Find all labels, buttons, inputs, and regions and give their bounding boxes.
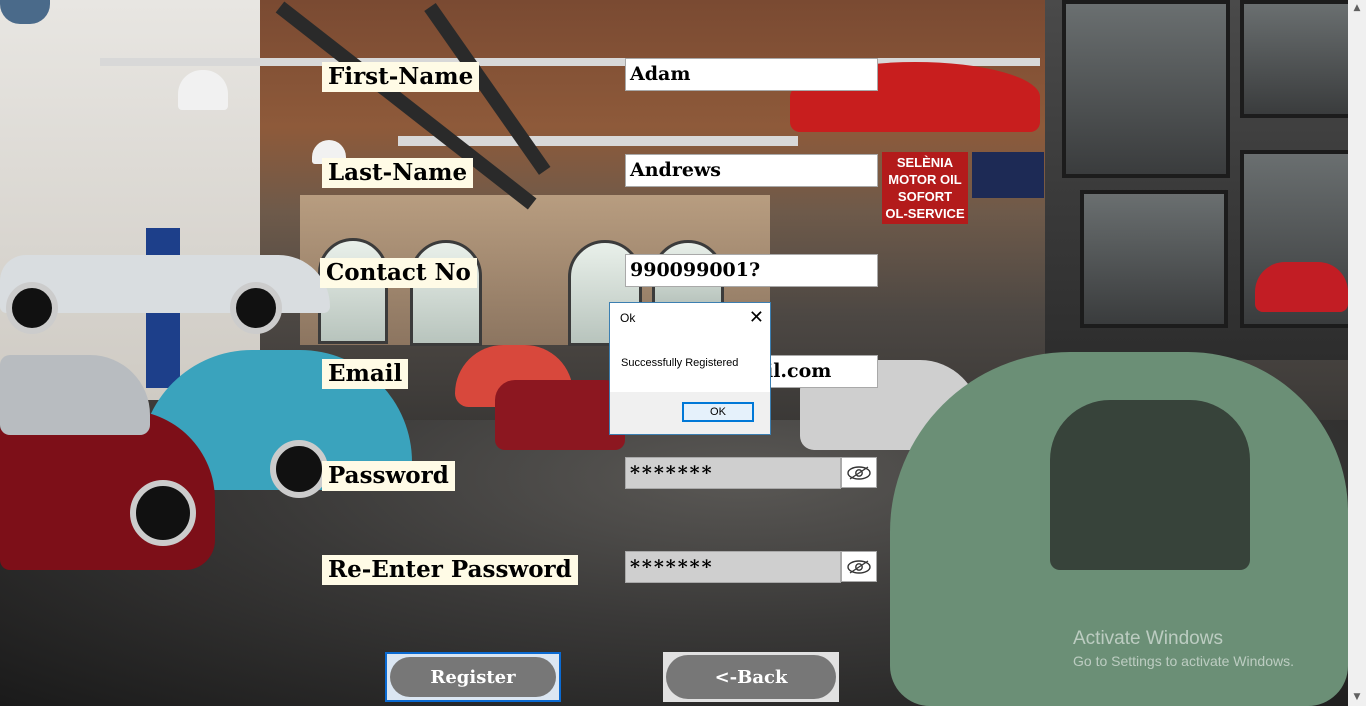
- email-label: Email: [322, 359, 409, 389]
- background-sign: SELÈNIA MOTOR OIL SOFORT OL-SERVICE: [882, 152, 968, 224]
- background-wheel: [270, 440, 328, 498]
- last-name-field[interactable]: Andrews: [625, 154, 878, 187]
- activate-windows-subtitle: Go to Settings to activate Windows.: [1073, 653, 1294, 669]
- ok-button[interactable]: OK: [682, 402, 754, 422]
- eye-icon: [847, 465, 871, 480]
- background-lamp: [178, 70, 228, 110]
- message-dialog: Ok ✕ Successfully Registered OK: [609, 302, 771, 435]
- reenter-password-toggle-button[interactable]: [841, 551, 877, 582]
- scroll-down-icon[interactable]: ▼: [1348, 689, 1366, 706]
- background-car: [1255, 262, 1348, 312]
- background-car: [495, 380, 625, 450]
- password-toggle-button[interactable]: [841, 457, 877, 488]
- reenter-password-field[interactable]: *******: [625, 551, 841, 583]
- background-glass-panel: [1240, 0, 1348, 118]
- close-icon[interactable]: ✕: [749, 306, 764, 328]
- password-label: Password: [322, 461, 455, 491]
- register-button[interactable]: Register: [385, 652, 561, 702]
- background-wheel: [230, 282, 282, 334]
- background-sign-text: SELÈNIA: [896, 155, 954, 170]
- contact-no-label: Contact No: [320, 258, 477, 288]
- reenter-password-label: Re-Enter Password: [322, 555, 578, 585]
- background-sign-text: MOTOR OIL: [888, 172, 962, 187]
- contact-no-field[interactable]: 990099001?: [625, 254, 878, 287]
- background-sign: [972, 152, 1044, 198]
- eye-icon: [847, 559, 871, 574]
- background-sign-text: SOFORT: [897, 189, 953, 204]
- background-window: [318, 238, 388, 344]
- scroll-up-icon[interactable]: ▲: [1348, 0, 1366, 17]
- last-name-label: Last-Name: [322, 158, 474, 188]
- background-car-window: [1050, 400, 1250, 570]
- back-button-label: <-Back: [666, 655, 836, 699]
- background-glass-panel: [1062, 0, 1230, 178]
- activate-windows-title: Activate Windows: [1073, 628, 1223, 649]
- background-sign-text: OL-SERVICE: [885, 206, 965, 221]
- password-field[interactable]: *******: [625, 457, 841, 489]
- first-name-label: First-Name: [322, 62, 480, 92]
- vertical-scrollbar[interactable]: ▲ ▼: [1348, 0, 1366, 706]
- background-window: [410, 240, 482, 346]
- background-wheel: [6, 282, 58, 334]
- first-name-field[interactable]: Adam: [625, 58, 878, 91]
- background-glass-panel: [1080, 190, 1228, 328]
- dialog-message: Successfully Registered: [621, 357, 739, 369]
- back-button[interactable]: <-Back: [663, 652, 839, 702]
- background-wheel: [130, 480, 196, 546]
- register-button-label: Register: [390, 657, 556, 697]
- dialog-title: Ok: [620, 311, 636, 325]
